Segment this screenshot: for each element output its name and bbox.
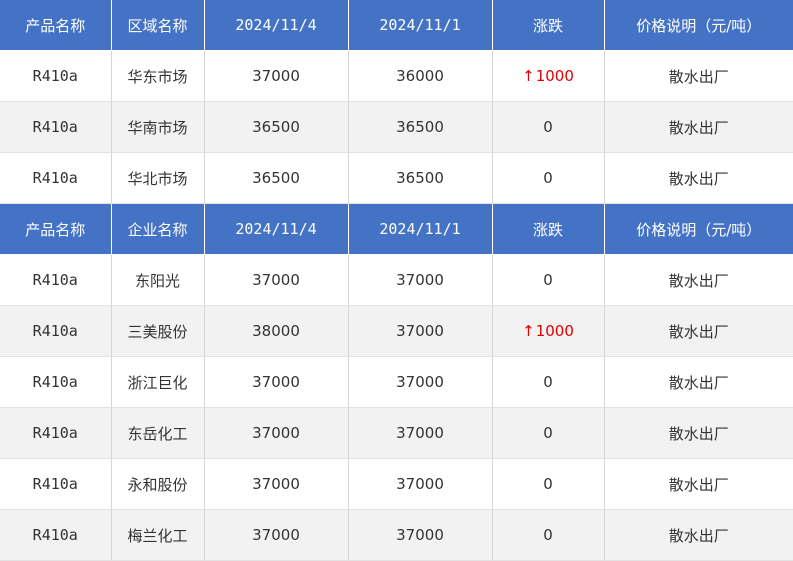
change-cell: ↑1000 [492,50,605,102]
change-cell: ↑1000 [492,305,605,357]
price-new-cell: 37000 [204,356,349,408]
change-value: 0 [543,118,553,136]
price-table: 产品名称 区域名称 2024/11/4 2024/11/1 涨跌 价格说明（元/吨） R41… [0,0,793,561]
price-old-cell: 36500 [348,101,493,153]
change-value: 0 [543,475,553,493]
change-value: 0 [543,271,553,289]
note-cell: 散水出厂 [604,407,793,459]
company-header-note: 价格说明（元/吨） [604,203,793,255]
price-new-cell: 37000 [204,254,349,306]
price-old-cell: 37000 [348,407,493,459]
price-old-cell: 36500 [348,152,493,204]
region-name-cell: 华东市场 [111,50,205,102]
company-header-date-old: 2024/11/1 [348,203,493,255]
product-cell: R410a [0,305,112,357]
note-cell: 散水出厂 [604,152,793,204]
change-cell: 0 [492,509,605,561]
note-cell: 散水出厂 [604,101,793,153]
price-old-cell: 36000 [348,50,493,102]
region-header-product: 产品名称 [0,0,112,51]
price-new-cell: 36500 [204,101,349,153]
region-header-date-new: 2024/11/4 [204,0,349,51]
region-table-header-row: 产品名称 区域名称 2024/11/4 2024/11/1 涨跌 价格说明（元/吨） [0,0,793,51]
company-header-name: 企业名称 [111,203,205,255]
price-new-cell: 37000 [204,50,349,102]
table-row: R410a 永和股份 37000 37000 0 散水出厂 [0,458,793,510]
note-cell: 散水出厂 [604,254,793,306]
price-new-cell: 37000 [204,407,349,459]
change-value: 0 [543,526,553,544]
company-header-change: 涨跌 [492,203,605,255]
price-old-cell: 37000 [348,356,493,408]
change-value: 0 [543,169,553,187]
table-row: R410a 东岳化工 37000 37000 0 散水出厂 [0,407,793,459]
change-cell: 0 [492,152,605,204]
price-old-cell: 37000 [348,254,493,306]
product-cell: R410a [0,458,112,510]
table-row: R410a 华东市场 37000 36000 ↑1000 散水出厂 [0,50,793,102]
change-cell: 0 [492,101,605,153]
change-value: 1000 [535,67,574,85]
table-row: R410a 浙江巨化 37000 37000 0 散水出厂 [0,356,793,408]
product-cell: R410a [0,50,112,102]
company-name-cell: 梅兰化工 [111,509,205,561]
region-header-date-old: 2024/11/1 [348,0,493,51]
price-new-cell: 37000 [204,458,349,510]
change-value: 0 [543,424,553,442]
note-cell: 散水出厂 [604,50,793,102]
up-arrow-icon: ↑ [522,322,535,340]
price-old-cell: 37000 [348,509,493,561]
product-cell: R410a [0,101,112,153]
product-cell: R410a [0,509,112,561]
product-cell: R410a [0,152,112,204]
price-new-cell: 37000 [204,509,349,561]
change-value: 1000 [535,322,574,340]
table-row: R410a 华南市场 36500 36500 0 散水出厂 [0,101,793,153]
company-name-cell: 东岳化工 [111,407,205,459]
company-header-date-new: 2024/11/4 [204,203,349,255]
price-new-cell: 38000 [204,305,349,357]
table-row: R410a 东阳光 37000 37000 0 散水出厂 [0,254,793,306]
note-cell: 散水出厂 [604,356,793,408]
company-name-cell: 永和股份 [111,458,205,510]
change-value: 0 [543,373,553,391]
product-cell: R410a [0,356,112,408]
region-name-cell: 华北市场 [111,152,205,204]
table-row: R410a 三美股份 38000 37000 ↑1000 散水出厂 [0,305,793,357]
change-cell: 0 [492,254,605,306]
price-new-cell: 36500 [204,152,349,204]
company-name-cell: 东阳光 [111,254,205,306]
up-arrow-icon: ↑ [522,67,535,85]
note-cell: 散水出厂 [604,509,793,561]
company-name-cell: 浙江巨化 [111,356,205,408]
table-row: R410a 梅兰化工 37000 37000 0 散水出厂 [0,509,793,561]
note-cell: 散水出厂 [604,458,793,510]
product-cell: R410a [0,254,112,306]
table-row: R410a 华北市场 36500 36500 0 散水出厂 [0,152,793,204]
company-name-cell: 三美股份 [111,305,205,357]
price-table-body: 产品名称 区域名称 2024/11/4 2024/11/1 涨跌 价格说明（元/吨） R41… [0,0,793,561]
company-header-product: 产品名称 [0,203,112,255]
region-header-change: 涨跌 [492,0,605,51]
change-cell: 0 [492,356,605,408]
region-header-note: 价格说明（元/吨） [604,0,793,51]
company-table-header-row: 产品名称 企业名称 2024/11/4 2024/11/1 涨跌 价格说明（元/吨） [0,203,793,255]
change-cell: 0 [492,407,605,459]
change-cell: 0 [492,458,605,510]
region-header-name: 区域名称 [111,0,205,51]
product-cell: R410a [0,407,112,459]
note-cell: 散水出厂 [604,305,793,357]
region-name-cell: 华南市场 [111,101,205,153]
price-old-cell: 37000 [348,305,493,357]
price-old-cell: 37000 [348,458,493,510]
